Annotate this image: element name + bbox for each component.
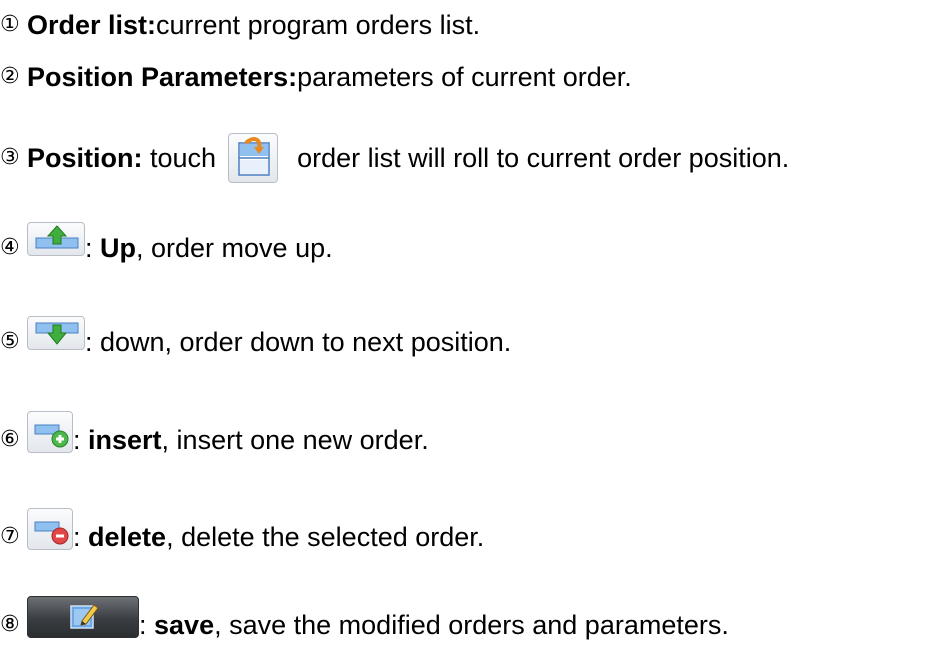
item-order-list: ① Order list: current program orders list… xyxy=(0,9,480,41)
item-term: Position: xyxy=(27,143,143,173)
item-description: , order move up. xyxy=(136,233,333,263)
item-description: parameters of current order. xyxy=(297,62,632,92)
down-button[interactable] xyxy=(27,316,85,350)
item-term: Position Parameters: xyxy=(27,62,298,92)
item-separator: : xyxy=(73,522,89,552)
delete-button[interactable] xyxy=(27,508,73,550)
item-separator: : xyxy=(139,610,155,640)
item-description: , save the modified orders and parameter… xyxy=(214,610,729,640)
item-prefix: touch xyxy=(142,143,224,173)
item-number: ① xyxy=(0,12,20,37)
item-position: ③ Position: touch order list will roll to… xyxy=(0,133,790,183)
item-term: Order list: xyxy=(27,10,157,40)
item-number: ⑥ xyxy=(0,427,20,452)
up-button[interactable] xyxy=(27,222,85,256)
item-position-parameters: ② Position Parameters: parameters of curr… xyxy=(0,61,632,93)
insert-plus-icon xyxy=(34,424,69,448)
item-number: ③ xyxy=(0,145,20,170)
item-description: current program orders list. xyxy=(156,10,481,40)
item-delete: ⑦ : delete, delete the selected order. xyxy=(0,508,485,553)
item-save: ⑧ : save, save the modified orders and p… xyxy=(0,596,729,641)
item-insert: ⑥ : insert, insert one new order. xyxy=(0,411,429,456)
item-number: ⑦ xyxy=(0,524,20,549)
item-up: ④ : Up, order move up. xyxy=(0,222,333,264)
item-description: , delete the selected order. xyxy=(166,522,485,552)
delete-minus-icon xyxy=(34,521,69,545)
item-separator: : xyxy=(73,425,89,455)
item-term: delete xyxy=(88,522,167,552)
item-number: ⑤ xyxy=(0,329,20,354)
save-edit-icon xyxy=(70,604,99,629)
item-number: ② xyxy=(0,64,20,89)
position-button[interactable] xyxy=(227,133,278,183)
up-arrow-icon xyxy=(35,225,79,249)
item-down: ⑤ : down, order down to next position. xyxy=(0,316,512,358)
position-icon xyxy=(237,137,270,176)
item-description: : down, order down to next position. xyxy=(85,327,512,357)
item-number: ④ xyxy=(0,235,20,260)
item-number: ⑧ xyxy=(0,612,20,637)
down-arrow-icon xyxy=(35,322,79,345)
item-description: , insert one new order. xyxy=(161,425,429,455)
save-button[interactable] xyxy=(27,596,139,638)
insert-button[interactable] xyxy=(27,411,73,453)
item-term: Up xyxy=(100,233,137,263)
item-description: order list will roll to current order po… xyxy=(289,143,790,173)
item-separator: : xyxy=(85,233,101,263)
item-term: save xyxy=(154,610,215,640)
item-term: insert xyxy=(88,425,162,455)
